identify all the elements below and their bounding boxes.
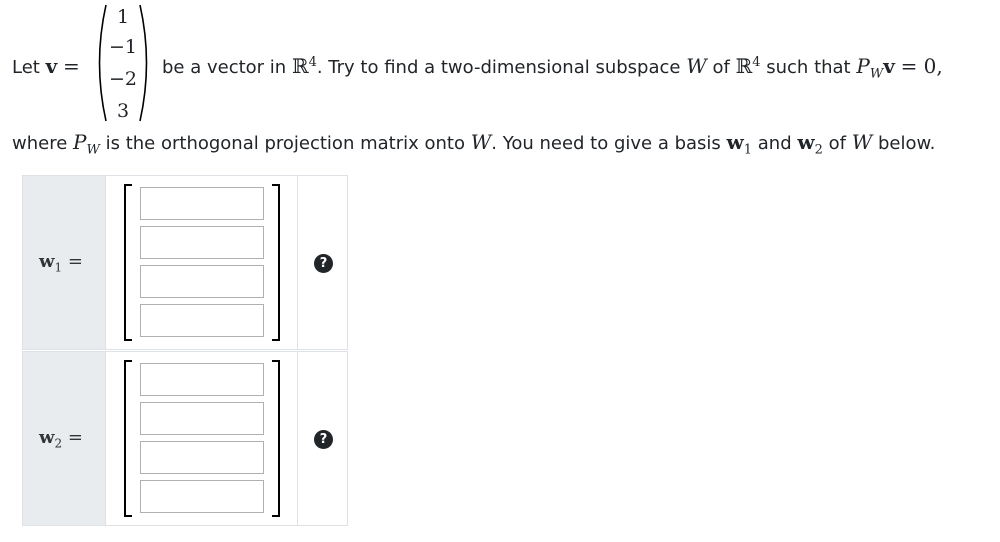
w1-entry-2-input[interactable] xyxy=(140,226,264,259)
answer-table: w1 = ? w2 = ? xyxy=(22,175,348,527)
row-label-w1: w1 = xyxy=(39,251,83,275)
v-symbol-2: v xyxy=(883,54,895,78)
such-that-text: such that xyxy=(766,57,851,78)
w2-entry-4-input[interactable] xyxy=(140,480,264,513)
left-bracket xyxy=(124,184,132,341)
dim-exponent-2: 4 xyxy=(752,55,761,70)
w2-entry-1-input[interactable] xyxy=(140,363,264,396)
w2-label-subscript: 2 xyxy=(54,436,63,451)
dim-exponent: 4 xyxy=(308,55,317,70)
P-symbol-2: P xyxy=(73,130,87,154)
left-bracket xyxy=(124,360,132,517)
w1-entry-3-input[interactable] xyxy=(140,265,264,298)
equals-sign: = xyxy=(62,54,80,78)
w2-subscript: 2 xyxy=(814,142,823,158)
vector-input-cell xyxy=(106,176,298,349)
w1-label-symbol: w xyxy=(39,251,55,272)
w1-symbol: w xyxy=(726,130,744,154)
row-label-w2: w2 = xyxy=(39,427,83,451)
right-bracket xyxy=(272,184,280,341)
P-subscript-2: W xyxy=(86,142,100,158)
and-text: and xyxy=(757,133,792,154)
w2-entry-3-input[interactable] xyxy=(140,441,264,474)
vector-input-cell xyxy=(106,352,298,525)
w1-entry-4-input[interactable] xyxy=(140,304,264,337)
w2-symbol: w xyxy=(797,130,815,154)
w2-label-equals: = xyxy=(67,427,83,448)
P-subscript: W xyxy=(869,66,884,82)
help-icon[interactable]: ? xyxy=(314,430,333,449)
line2-part1: is the orthogonal projection matrix onto xyxy=(105,133,465,154)
intro-line2: where PW is the orthogonal projection ma… xyxy=(12,130,935,158)
W-symbol-2: W xyxy=(470,130,492,154)
help-cell: ? xyxy=(298,352,347,525)
let-text: Let xyxy=(12,57,40,78)
vector-v: 1 −1 −2 3 xyxy=(94,2,152,124)
below-text: below. xyxy=(878,133,936,154)
answer-row-w2: w2 = ? xyxy=(22,351,348,526)
where-text: where xyxy=(12,133,68,154)
w1-subscript: 1 xyxy=(743,142,753,158)
of-text: of xyxy=(712,57,730,78)
sentence-part1: be a vector in xyxy=(162,57,287,78)
projection-rhs: = 0, xyxy=(900,54,943,78)
intro-line1-text: be a vector in ℝ4. Try to find a two-dim… xyxy=(162,54,943,82)
help-cell: ? xyxy=(298,176,347,349)
of-text-2: of xyxy=(828,133,846,154)
intro-line1-prefix: Let v = xyxy=(12,54,80,78)
W-symbol-3: W xyxy=(851,130,873,154)
w1-label-equals: = xyxy=(67,251,83,272)
help-icon[interactable]: ? xyxy=(314,254,333,273)
vector-entry-2: −1 xyxy=(108,36,137,58)
R-symbol: ℝ xyxy=(291,54,309,78)
w2-entry-2-input[interactable] xyxy=(140,402,264,435)
W-symbol: W xyxy=(686,54,707,78)
w1-label-subscript: 1 xyxy=(54,260,63,275)
w1-entry-1-input[interactable] xyxy=(140,187,264,220)
w2-label-symbol: w xyxy=(39,427,55,448)
row-label-cell: w2 = xyxy=(23,352,106,525)
row-label-cell: w1 = xyxy=(23,176,106,349)
sentence-part2: . Try to find a two-dimensional subspace xyxy=(316,57,681,78)
answer-row-w1: w1 = ? xyxy=(22,175,348,350)
right-bracket xyxy=(272,360,280,517)
v-symbol: v xyxy=(45,54,58,78)
vector-entry-1: 1 xyxy=(116,6,130,28)
P-symbol: P xyxy=(856,54,870,78)
R-symbol-2: ℝ xyxy=(735,54,753,78)
vector-entry-4: 3 xyxy=(116,100,130,122)
line2-part2: . You need to give a basis xyxy=(491,133,721,154)
vector-entry-3: −2 xyxy=(108,68,137,90)
